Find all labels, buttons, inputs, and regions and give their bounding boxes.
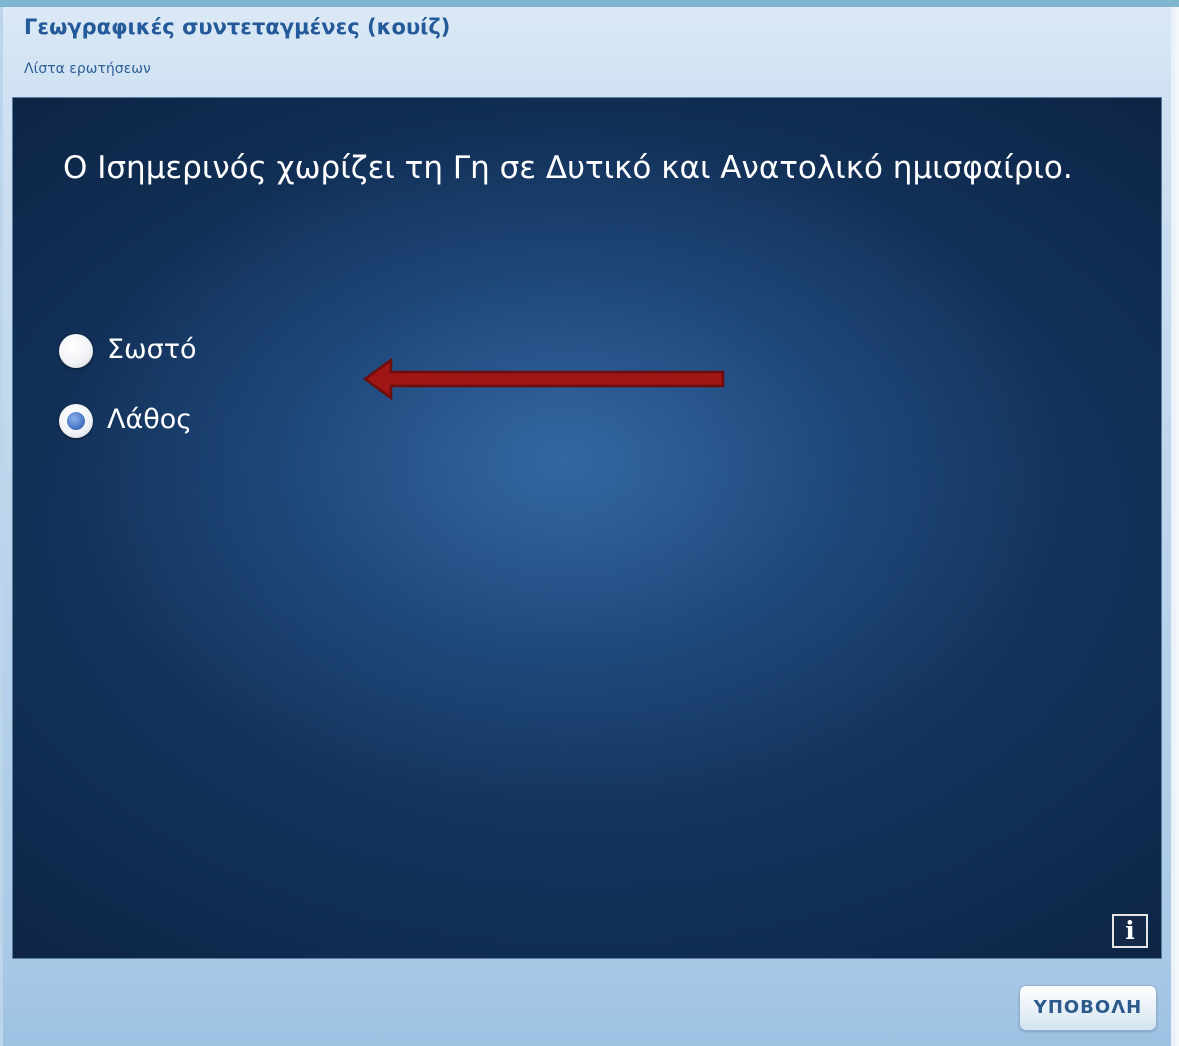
quiz-window: Γεωγραφικές συντεταγμένες (κουίζ) Λίστα … <box>0 0 1179 1046</box>
question-list-link[interactable]: Λίστα ερωτήσεων <box>24 61 151 77</box>
option-label-true: Σωστό <box>107 334 197 365</box>
window-right-edge <box>1171 7 1179 1046</box>
option-true[interactable]: Σωστό <box>59 334 219 374</box>
quiz-title: Γεωγραφικές συντεταγμένες (κουίζ) <box>24 15 451 39</box>
left-arrow-icon <box>363 357 725 401</box>
info-icon[interactable]: i <box>1112 914 1148 948</box>
option-label-false: Λάθος <box>107 404 193 435</box>
question-slide: Ο Ισημερινός χωρίζει τη Γη σε Δυτικό και… <box>12 97 1162 959</box>
window-left-edge <box>0 7 3 1046</box>
radio-button-true[interactable] <box>59 334 93 368</box>
question-text: Ο Ισημερινός χωρίζει τη Γη σε Δυτικό και… <box>63 150 1073 186</box>
radio-button-false[interactable] <box>59 404 93 438</box>
option-false[interactable]: Λάθος <box>59 404 219 444</box>
submit-button[interactable]: ΥΠΟΒΟΛΗ <box>1019 985 1157 1031</box>
